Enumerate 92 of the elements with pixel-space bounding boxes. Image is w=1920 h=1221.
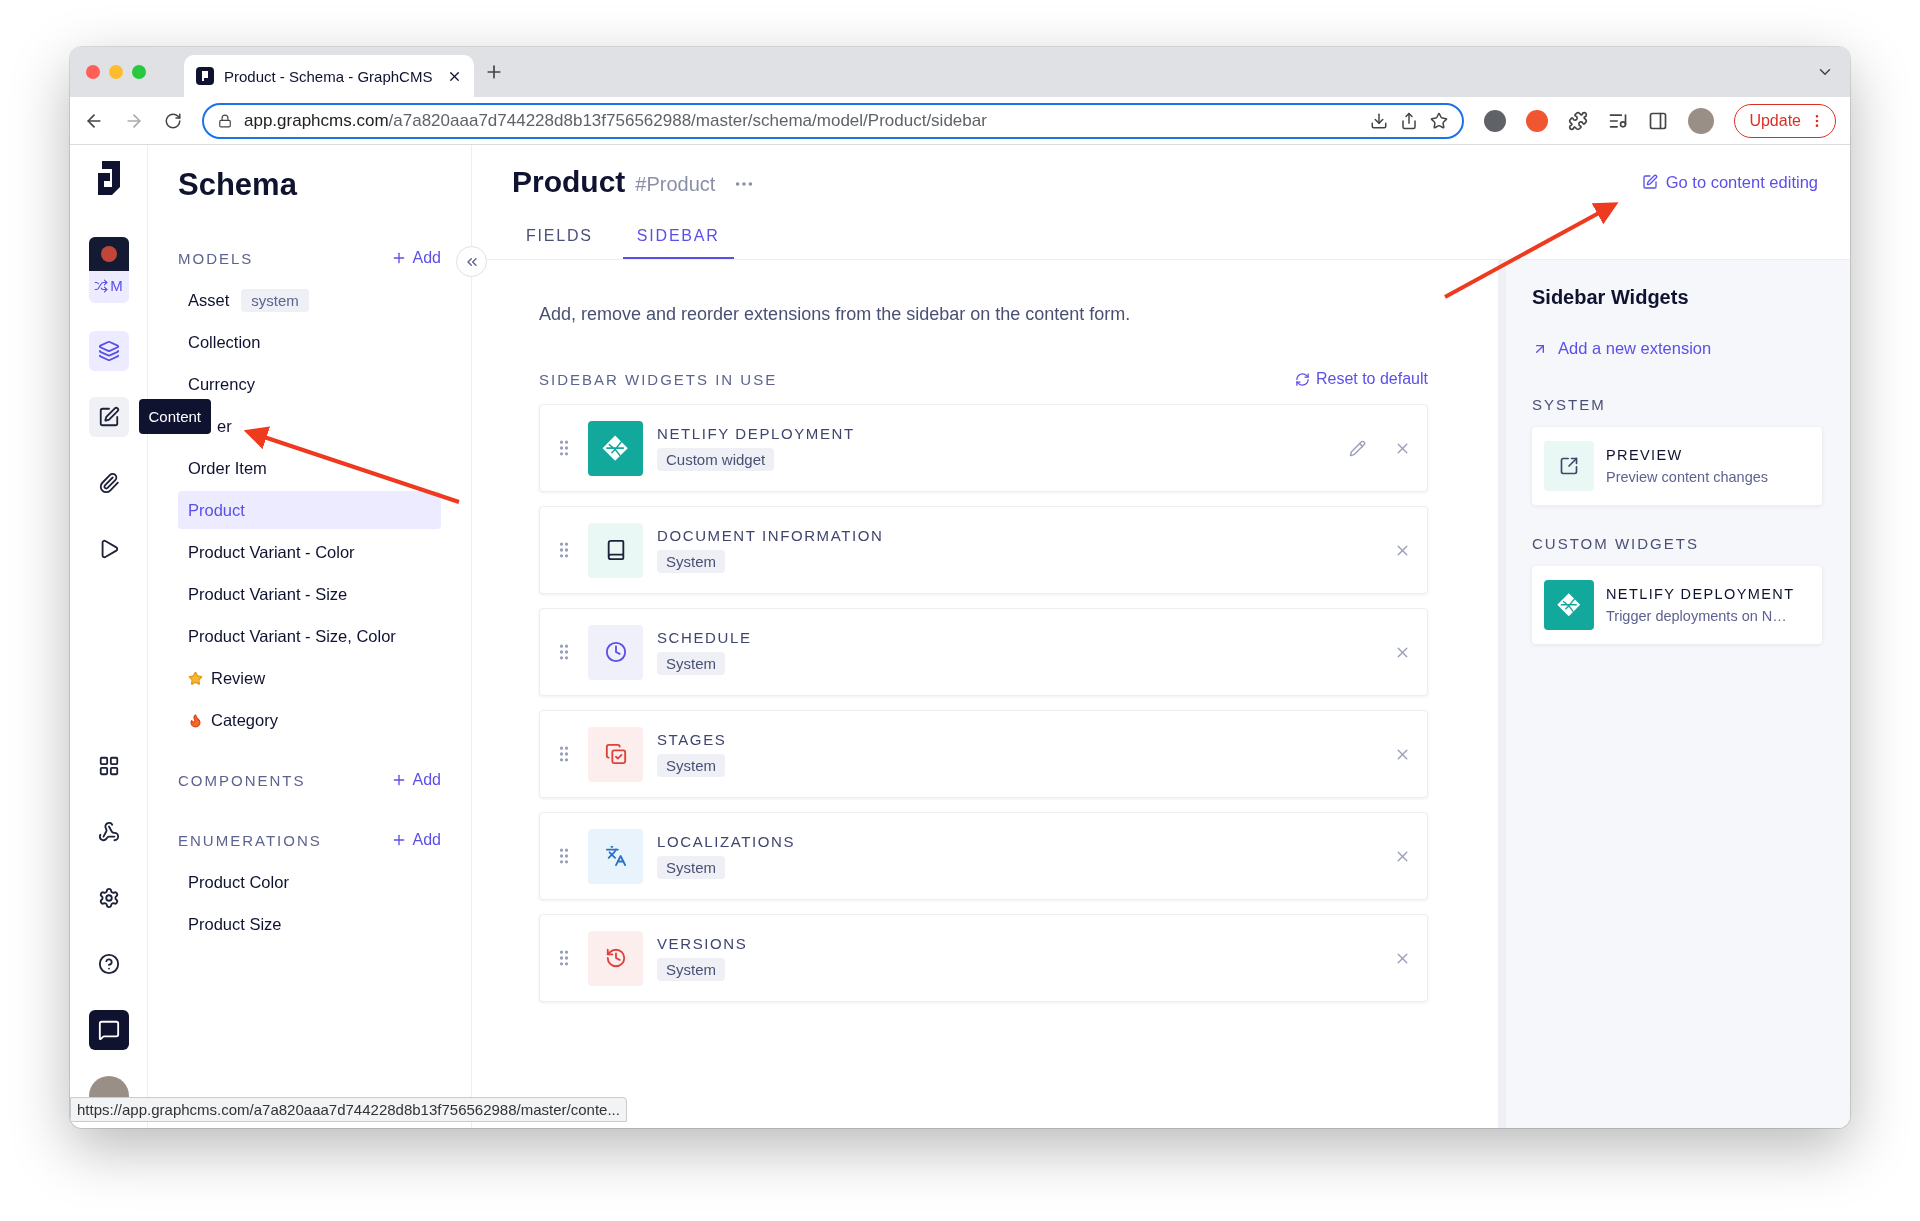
widget-name: NETLIFY DEPLOYMENT: [1606, 586, 1795, 602]
model-item[interactable]: Category: [178, 701, 441, 739]
model-item[interactable]: Product Variant - Color: [178, 533, 441, 571]
link-preview-tooltip: https://app.graphcms.com/a7a820aaa7d744228d8b13f756562988/master/conte...: [70, 1097, 627, 1122]
add-link[interactable]: Add: [390, 831, 441, 849]
extension-icon[interactable]: [1484, 109, 1507, 132]
edit-icon: [1641, 174, 1658, 190]
webhook-icon: [97, 821, 120, 843]
section-heading: SIDEBAR WIDGETS IN USE: [539, 370, 778, 388]
add-link[interactable]: Add: [390, 249, 441, 267]
bookmark-star-icon[interactable]: [1430, 111, 1449, 130]
section-heading: MODELS: [178, 249, 254, 267]
edit-pencil-icon[interactable]: [1349, 439, 1366, 457]
widget-tag: System: [657, 652, 725, 675]
content-editing-link[interactable]: Go to content editing: [1641, 172, 1818, 192]
widget-name: PREVIEW: [1606, 447, 1683, 463]
clock-icon: [604, 641, 627, 663]
external-link-icon: [1559, 456, 1579, 476]
add-extension-link[interactable]: Add a new extension: [1532, 339, 1822, 358]
reset-icon: [1294, 371, 1310, 387]
lock-icon: [218, 113, 232, 128]
panel-title: Sidebar Widgets: [1532, 286, 1690, 309]
history-icon: [604, 947, 627, 969]
flame-icon: [188, 712, 203, 728]
edit-icon: [97, 406, 120, 428]
widget-tag: System: [657, 856, 725, 879]
model-item[interactable]: Review: [178, 659, 441, 697]
chat-button[interactable]: [88, 1010, 129, 1050]
add-link[interactable]: Add: [390, 771, 441, 789]
model-item[interactable]: Product Color: [178, 863, 441, 901]
section-heading: ENUMERATIONS: [178, 831, 322, 849]
widget-tag: System: [657, 754, 725, 777]
reset-link[interactable]: Reset to default: [1294, 370, 1428, 388]
paperclip-icon: [97, 472, 120, 494]
description-text: Add, remove and reorder extensions from the sidebar on the content form.: [539, 304, 1132, 325]
widget-name: DOCUMENT INFORMATION: [657, 527, 884, 544]
widget-description: Trigger deployments on N…: [1606, 608, 1787, 624]
browser-tab[interactable]: Product - Schema - GraphCMS: [184, 55, 474, 97]
widget-name: NETLIFY DEPLOYMENT: [657, 425, 855, 442]
side-panel-icon[interactable]: [1648, 110, 1669, 131]
section-heading: CUSTOM WIDGETS: [1532, 535, 1700, 552]
section-heading: SYSTEM: [1532, 396, 1607, 413]
api-id: #Product: [635, 172, 716, 196]
project-image: [88, 237, 129, 271]
model-item[interactable]: Order Item: [178, 449, 441, 487]
sidebar-title: Schema: [178, 167, 299, 203]
profile-avatar[interactable]: [1688, 107, 1715, 134]
model-title: Product: [512, 165, 626, 199]
widget-name: VERSIONS: [657, 935, 748, 952]
url-text: app.graphcms.com/a7a820aaa7d744228d8b13f756562988/master/schema/model/Product/sidebar: [244, 110, 988, 131]
model-item[interactable]: Asset system: [178, 281, 441, 319]
netlify-logo-icon: [1555, 591, 1583, 619]
widget-tag: Custom widget: [657, 448, 775, 471]
model-item[interactable]: Product: [178, 491, 441, 529]
widget-description: Preview content changes: [1606, 469, 1768, 485]
schema-nav-button[interactable]: [88, 331, 129, 371]
project-letter: M: [110, 277, 123, 294]
reload-icon[interactable]: [164, 111, 182, 130]
settings-icon: [97, 887, 120, 909]
widget-name: SCHEDULE: [657, 629, 752, 646]
site-favicon-icon: [196, 67, 214, 85]
widget-name: LOCALIZATIONS: [657, 833, 796, 850]
available-widget-card[interactable]: PREVIEW Preview content changes: [1532, 427, 1822, 505]
share-icon[interactable]: [1400, 111, 1419, 130]
grid-icon: [97, 755, 120, 777]
translate-icon: [604, 845, 627, 867]
section-heading: COMPONENTS: [178, 771, 306, 789]
extension-icon[interactable]: [1526, 109, 1549, 132]
system-tag: system: [241, 288, 309, 312]
chat-icon: [97, 1019, 120, 1041]
available-widget-card[interactable]: NETLIFY DEPLOYMENT Trigger deployments on N…: [1532, 566, 1822, 644]
update-button[interactable]: Update: [1734, 103, 1836, 138]
install-icon[interactable]: [1370, 111, 1389, 130]
address-bar[interactable]: app.graphcms.com/a7a820aaa7d744228d8b13f756562988/master/schema/model/Product/sidebar: [202, 102, 1465, 139]
help-icon: [97, 953, 120, 975]
model-item[interactable]: Product Size: [178, 905, 441, 943]
content-tooltip: Content: [138, 399, 212, 434]
tab[interactable]: SIDEBAR: [622, 227, 734, 259]
model-item[interactable]: Product Variant - Size: [178, 575, 441, 613]
shuffle-icon: [94, 278, 109, 293]
extensions-puzzle-icon[interactable]: [1568, 110, 1589, 131]
project-switcher[interactable]: M: [88, 237, 129, 303]
collapse-sidebar-button[interactable]: [456, 246, 487, 277]
tab[interactable]: FIELDS: [512, 227, 607, 259]
model-item[interactable]: Collection: [178, 323, 441, 361]
model-item[interactable]: Product Variant - Size, Color: [178, 617, 441, 655]
widget-tag: System: [657, 550, 725, 573]
star-icon: [188, 670, 203, 686]
stages-icon: [604, 743, 627, 765]
schema-layers-icon: [97, 340, 120, 362]
widget-tag: System: [657, 958, 725, 981]
widget-name: STAGES: [657, 731, 727, 748]
